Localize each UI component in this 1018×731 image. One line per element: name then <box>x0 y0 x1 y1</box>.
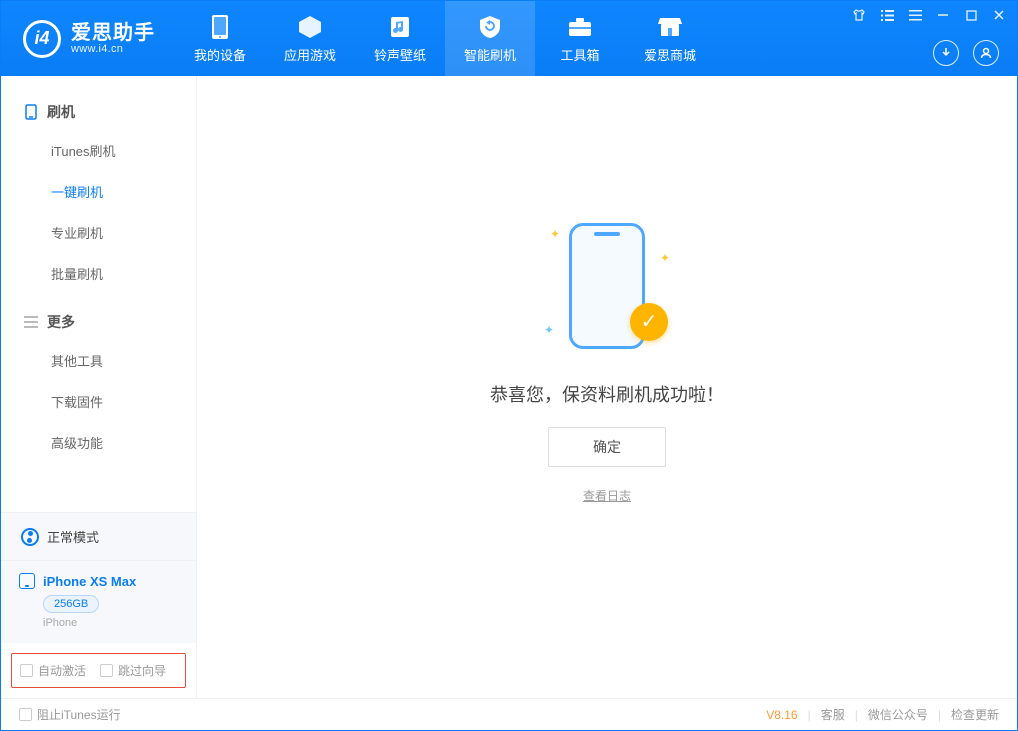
phone-small-icon <box>19 573 35 589</box>
separator: | <box>938 708 941 722</box>
statusbar-left: 阻止iTunes运行 <box>19 706 121 723</box>
tab-apps-games[interactable]: 应用游戏 <box>265 1 355 76</box>
mode-icon <box>21 528 39 546</box>
version-label: V8.16 <box>766 708 797 722</box>
menu-icon[interactable] <box>907 7 923 23</box>
mode-label: 正常模式 <box>47 527 99 546</box>
app-window: i4 爱思助手 www.i4.cn 我的设备 应用游戏 铃声壁纸 智能刷机 <box>0 0 1018 731</box>
logo[interactable]: i4 爱思助手 www.i4.cn <box>1 20 175 58</box>
check-update-link[interactable]: 检查更新 <box>951 706 999 723</box>
tab-label: 智能刷机 <box>464 45 516 64</box>
sparkle-icon: ✦ <box>550 227 560 241</box>
music-note-icon <box>386 13 414 41</box>
mode-row[interactable]: 正常模式 <box>1 513 196 560</box>
device-icon <box>23 104 39 120</box>
checkbox-icon <box>100 664 113 677</box>
phone-icon <box>206 13 234 41</box>
sparkle-icon: ✦ <box>544 323 554 337</box>
checkbox-block-itunes[interactable]: 阻止iTunes运行 <box>19 706 121 723</box>
sidebar-group-flash: 刷机 <box>1 94 196 130</box>
storage-badge: 256GB <box>43 595 99 613</box>
main-tabs: 我的设备 应用游戏 铃声壁纸 智能刷机 工具箱 爱思商城 <box>175 1 715 76</box>
success-illustration: ✦ ✦ ✦ ✓ <box>532 211 682 361</box>
minimize-button[interactable] <box>935 7 951 23</box>
ok-button[interactable]: 确定 <box>548 427 666 467</box>
tab-label: 应用游戏 <box>284 45 336 64</box>
window-controls <box>851 7 1007 23</box>
close-button[interactable] <box>991 7 1007 23</box>
sidebar-item-download-firmware[interactable]: 下载固件 <box>1 381 196 422</box>
shield-refresh-icon <box>476 13 504 41</box>
checkbox-label: 自动激活 <box>38 662 86 679</box>
sidebar-item-onekey-flash[interactable]: 一键刷机 <box>1 171 196 212</box>
checkbox-icon <box>19 708 32 721</box>
device-type: iPhone <box>43 617 178 629</box>
device-row[interactable]: iPhone XS Max 256GB iPhone <box>1 560 196 643</box>
separator: | <box>855 708 858 722</box>
wechat-link[interactable]: 微信公众号 <box>868 706 928 723</box>
tab-label: 我的设备 <box>194 45 246 64</box>
header: i4 爱思助手 www.i4.cn 我的设备 应用游戏 铃声壁纸 智能刷机 <box>1 1 1017 76</box>
content: ✦ ✦ ✦ ✓ 恭喜您，保资料刷机成功啦！ 确定 查看日志 <box>197 76 1017 698</box>
briefcase-icon <box>566 13 594 41</box>
logo-text: 爱思助手 www.i4.cn <box>71 23 155 55</box>
tab-toolbox[interactable]: 工具箱 <box>535 1 625 76</box>
statusbar-right: V8.16 | 客服 | 微信公众号 | 检查更新 <box>766 706 999 723</box>
sparkle-icon: ✦ <box>660 251 670 265</box>
tab-label: 爱思商城 <box>644 45 696 64</box>
body: 刷机 iTunes刷机 一键刷机 专业刷机 批量刷机 更多 其他工具 下载固件 … <box>1 76 1017 698</box>
sidebar-item-advanced[interactable]: 高级功能 <box>1 422 196 463</box>
tab-label: 铃声壁纸 <box>374 45 426 64</box>
view-log-link[interactable]: 查看日志 <box>583 487 631 504</box>
statusbar: 阻止iTunes运行 V8.16 | 客服 | 微信公众号 | 检查更新 <box>1 698 1017 730</box>
cube-icon <box>296 13 324 41</box>
tab-ringtones-wallpapers[interactable]: 铃声壁纸 <box>355 1 445 76</box>
group-label: 更多 <box>47 312 75 332</box>
tab-my-device[interactable]: 我的设备 <box>175 1 265 76</box>
header-right-buttons <box>933 40 999 66</box>
checkbox-label: 阻止iTunes运行 <box>37 706 121 723</box>
sidebar-bottom: 正常模式 iPhone XS Max 256GB iPhone 自动激活 <box>1 512 196 698</box>
sidebar-item-batch-flash[interactable]: 批量刷机 <box>1 253 196 294</box>
sidebar-item-itunes-flash[interactable]: iTunes刷机 <box>1 130 196 171</box>
group-label: 刷机 <box>47 102 75 122</box>
checkbox-skip-wizard[interactable]: 跳过向导 <box>100 662 166 679</box>
options-row: 自动激活 跳过向导 <box>11 653 186 688</box>
tshirt-icon[interactable] <box>851 7 867 23</box>
tab-smart-flash[interactable]: 智能刷机 <box>445 1 535 76</box>
sidebar: 刷机 iTunes刷机 一键刷机 专业刷机 批量刷机 更多 其他工具 下载固件 … <box>1 76 197 698</box>
user-button[interactable] <box>973 40 999 66</box>
tab-label: 工具箱 <box>560 45 599 64</box>
checkbox-icon <box>20 664 33 677</box>
success-message: 恭喜您，保资料刷机成功啦！ <box>490 381 724 407</box>
device-name-row: iPhone XS Max <box>19 573 178 589</box>
store-icon <box>656 13 684 41</box>
sidebar-item-other-tools[interactable]: 其他工具 <box>1 340 196 381</box>
download-button[interactable] <box>933 40 959 66</box>
sidebar-group-more: 更多 <box>1 304 196 340</box>
list-icon[interactable] <box>879 7 895 23</box>
separator: | <box>808 708 811 722</box>
sidebar-scroll: 刷机 iTunes刷机 一键刷机 专业刷机 批量刷机 更多 其他工具 下载固件 … <box>1 76 196 512</box>
more-icon <box>23 314 39 330</box>
device-name: iPhone XS Max <box>43 574 136 589</box>
checkbox-label: 跳过向导 <box>118 662 166 679</box>
checkmark-badge-icon: ✓ <box>630 303 668 341</box>
logo-icon: i4 <box>23 20 61 58</box>
checkbox-auto-activate[interactable]: 自动激活 <box>20 662 86 679</box>
tab-store[interactable]: 爱思商城 <box>625 1 715 76</box>
maximize-button[interactable] <box>963 7 979 23</box>
app-name-en: www.i4.cn <box>71 43 155 55</box>
app-name-cn: 爱思助手 <box>71 23 155 43</box>
support-link[interactable]: 客服 <box>821 706 845 723</box>
sidebar-item-pro-flash[interactable]: 专业刷机 <box>1 212 196 253</box>
